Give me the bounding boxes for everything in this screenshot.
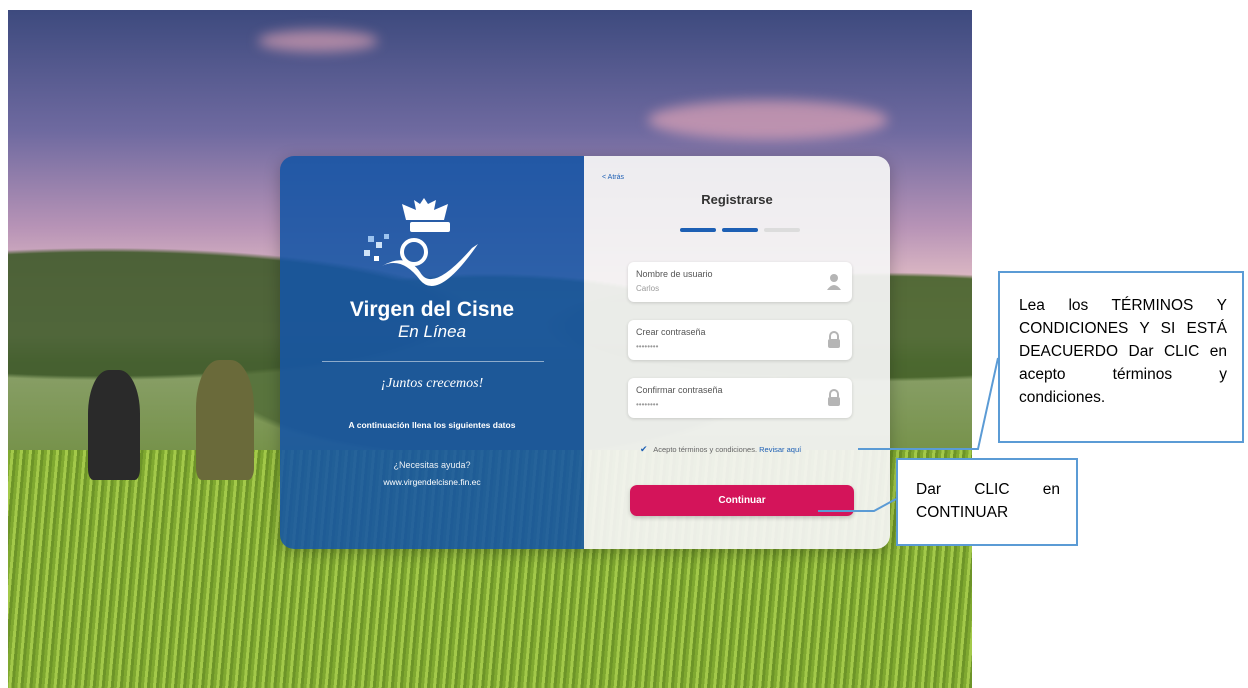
terms-callout-text: Lea los TÉRMINOS Y CONDICIONES Y SI ESTÁ… xyxy=(1019,297,1227,406)
cloud xyxy=(648,100,888,140)
help-link[interactable]: ¿Necesitas ayuda? xyxy=(280,460,584,470)
terms-checkbox[interactable]: ✔ xyxy=(640,444,648,454)
progress-step-2 xyxy=(722,228,758,232)
brand-panel: Virgen del Cisne En Línea ¡Juntos crecem… xyxy=(280,156,584,549)
continue-button[interactable]: Continuar xyxy=(630,485,854,516)
back-link[interactable]: < Atrás xyxy=(602,174,624,181)
create-password-value: •••••••• xyxy=(636,342,659,351)
farmer-figure xyxy=(196,360,254,480)
progress-steps xyxy=(680,228,806,233)
terms-callout: Lea los TÉRMINOS Y CONDICIONES Y SI ESTÁ… xyxy=(998,271,1244,443)
terms-review-link[interactable]: Revisar aquí xyxy=(759,445,801,454)
username-value: Carlos xyxy=(636,284,660,293)
farmer-figure xyxy=(88,370,140,480)
progress-step-1 xyxy=(680,228,716,232)
confirm-password-label: Confirmar contraseña xyxy=(636,385,723,395)
form-panel: < Atrás Registrarse Nombre de usuario Ca… xyxy=(584,156,890,549)
terms-row: ✔ Acepto términos y condiciones. Revisar… xyxy=(640,444,801,455)
brand-subname: En Línea xyxy=(397,322,467,341)
lock-icon[interactable] xyxy=(826,389,842,407)
brand-name: Virgen del Cisne xyxy=(349,298,515,321)
cloud xyxy=(258,30,378,52)
divider xyxy=(322,361,544,362)
terms-text: Acepto términos y condiciones. xyxy=(653,445,758,454)
lock-icon[interactable] xyxy=(826,331,842,349)
virgen-del-cisne-logo xyxy=(364,198,478,287)
create-password-label: Crear contraseña xyxy=(636,327,706,337)
continue-callout-text: Dar CLIC en CONTINUAR xyxy=(916,481,1060,521)
username-field[interactable]: Nombre de usuario Carlos xyxy=(628,262,852,302)
tagline: ¡Juntos crecemos! xyxy=(380,376,484,391)
confirm-password-value: •••••••• xyxy=(636,400,659,409)
username-label: Nombre de usuario xyxy=(636,269,713,279)
user-icon xyxy=(827,274,841,290)
continue-callout: Dar CLIC en CONTINUAR xyxy=(896,458,1078,546)
progress-step-3 xyxy=(764,228,800,232)
create-password-field[interactable]: Crear contraseña •••••••• xyxy=(628,320,852,360)
registration-modal: Virgen del Cisne En Línea ¡Juntos crecem… xyxy=(280,156,890,549)
website-link[interactable]: www.virgendelcisne.fin.ec xyxy=(280,477,584,487)
instructions-text: A continuación llena los siguientes dato… xyxy=(348,420,516,430)
form-title: Registrarse xyxy=(701,192,773,207)
confirm-password-field[interactable]: Confirmar contraseña •••••••• xyxy=(628,378,852,418)
